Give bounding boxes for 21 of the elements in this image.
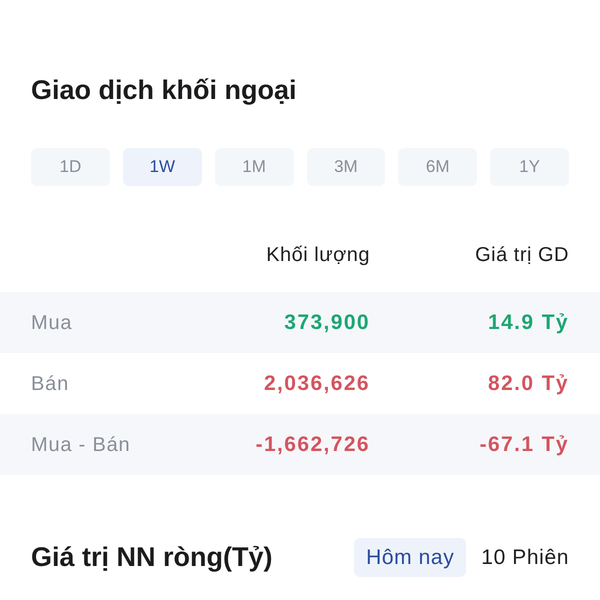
value-cell-text: 14.9 Tỷ <box>488 310 569 336</box>
volume-cell-text: 373,900 <box>284 310 370 336</box>
period-tab[interactable]: 1Y <box>490 148 569 186</box>
section-title: Giá trị NN ròng(Tỷ) <box>31 541 272 574</box>
volume-cell-text: -1,662,726 <box>256 432 370 458</box>
row-label: Bán <box>31 372 69 396</box>
volume-cell-text: 2,036,626 <box>264 370 370 397</box>
range-tab[interactable]: Hôm nay <box>354 538 466 577</box>
period-tab[interactable]: 6M <box>398 148 478 186</box>
value-cell-text: -67.1 Tỷ <box>480 432 569 458</box>
period-tab[interactable]: 3M <box>306 148 386 186</box>
row-label: Mua <box>31 310 72 336</box>
column-header: Khối lượng <box>266 243 370 268</box>
range-tab[interactable]: 10 Phiên <box>469 538 581 577</box>
period-tab[interactable]: 1M <box>214 148 294 186</box>
column-header: Giá trị GD <box>475 243 569 268</box>
value-cell-text: 82.0 Tỷ <box>488 370 569 397</box>
section-title: Giao dịch khối ngoại <box>31 74 297 107</box>
row-label: Mua - Bán <box>31 432 130 458</box>
period-tab[interactable]: 1D <box>31 148 110 186</box>
period-tab[interactable]: 1W <box>122 148 202 186</box>
